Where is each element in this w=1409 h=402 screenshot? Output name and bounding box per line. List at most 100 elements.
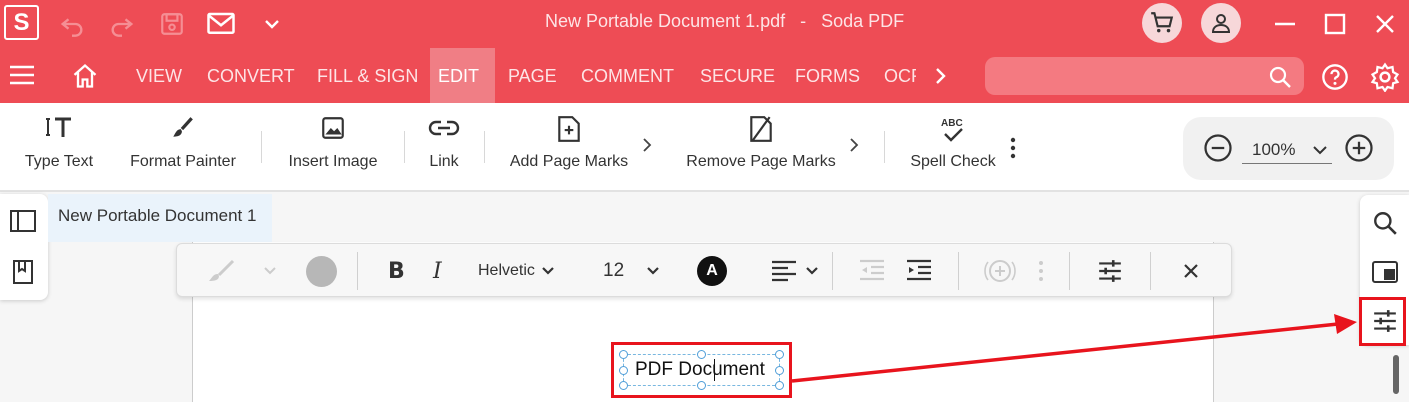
title-bar: S New Portable Document 1.pdf - Soda PDF (0, 0, 1409, 48)
toolbar-divider (261, 131, 262, 163)
svg-text:ABC: ABC (941, 118, 963, 129)
document-tab[interactable]: New Portable Document 1 (48, 194, 272, 242)
mail-icon[interactable] (205, 8, 237, 40)
font-color-button[interactable]: A (697, 244, 727, 298)
highlight-box-properties (1359, 297, 1406, 346)
save-icon[interactable] (156, 8, 188, 40)
search-input[interactable] (985, 57, 1304, 95)
find-icon[interactable] (1372, 210, 1398, 236)
add-page-marks-label: Add Page Marks (509, 153, 629, 170)
ribbon-tabs: VIEW CONVERT FILL & SIGN EDIT PAGE COMME… (0, 48, 1409, 103)
tab-comment[interactable]: COMMENT (581, 48, 674, 103)
font-family-value: Helvetic (478, 262, 535, 279)
tab-ocr[interactable]: OCR (884, 48, 916, 103)
toolbar-divider (884, 131, 885, 163)
tab-secure[interactable]: SECURE (700, 48, 775, 103)
edit-toolbar: Type Text Format Painter Insert Image Li… (0, 103, 1409, 192)
increase-indent-icon[interactable] (906, 244, 932, 298)
text-format-toolbar: B I Helvetic 12 A (176, 243, 1232, 297)
link-button[interactable]: Link (420, 103, 468, 192)
window-panel-icon[interactable] (1372, 261, 1398, 283)
add-page-marks-button[interactable]: Add Page Marks (505, 103, 633, 192)
zoom-out-icon[interactable] (1203, 133, 1233, 163)
more-vertical-icon[interactable] (1005, 136, 1021, 160)
font-color-letter: A (697, 256, 727, 286)
tab-view[interactable]: VIEW (136, 48, 182, 103)
format-divider (357, 252, 358, 290)
chevron-right-icon[interactable] (641, 137, 653, 153)
font-size-select[interactable]: 12 (603, 244, 660, 298)
format-divider (832, 252, 833, 290)
type-text-icon (46, 117, 71, 137)
link-icon (428, 120, 460, 136)
cart-button[interactable] (1142, 3, 1182, 43)
chevron-down-icon (647, 267, 659, 275)
app-logo[interactable]: S (4, 5, 39, 40)
remove-page-marks-label: Remove Page Marks (686, 153, 836, 170)
help-icon[interactable] (1321, 63, 1349, 91)
tab-convert[interactable]: CONVERT (207, 48, 295, 103)
spell-check-icon: ABC (941, 118, 963, 142)
settings-gear-icon[interactable] (1370, 62, 1400, 92)
decrease-indent-icon[interactable] (859, 244, 885, 298)
type-text-label: Type Text (24, 153, 94, 170)
spell-check-button[interactable]: ABC Spell Check (905, 103, 1001, 192)
type-text-button[interactable]: Type Text (20, 103, 98, 192)
tab-edit[interactable]: EDIT (430, 48, 495, 103)
chevron-down-icon[interactable] (256, 8, 288, 40)
format-brush-icon[interactable] (205, 244, 237, 298)
highlight-box-text (611, 342, 792, 398)
bookmark-icon[interactable] (13, 260, 33, 284)
hamburger-menu-icon[interactable] (9, 64, 35, 86)
tab-page[interactable]: PAGE (508, 48, 557, 103)
left-side-panel (0, 194, 48, 300)
insert-image-button[interactable]: Insert Image (282, 103, 384, 192)
italic-icon[interactable]: I (433, 244, 442, 298)
more-options-icon[interactable] (1037, 244, 1045, 298)
tab-fill-sign[interactable]: FILL & SIGN (317, 48, 418, 103)
format-settings-icon[interactable] (1097, 244, 1123, 298)
spell-check-label: Spell Check (910, 153, 996, 170)
bold-icon[interactable]: B (388, 244, 405, 298)
home-icon[interactable] (71, 62, 99, 90)
format-painter-button[interactable]: Format Painter (123, 103, 243, 192)
search-icon (1268, 65, 1292, 89)
file-plus-icon (558, 116, 580, 142)
align-left-icon[interactable] (771, 244, 819, 298)
vertical-scrollbar[interactable] (1393, 355, 1399, 394)
minimize-icon[interactable] (1269, 8, 1301, 40)
chevron-right-icon[interactable] (848, 137, 860, 153)
close-format-bar-icon[interactable] (1182, 244, 1200, 298)
tabs-scroll-right-icon[interactable] (930, 66, 950, 86)
tab-overflow-clip: OCR (880, 48, 916, 103)
font-size-value: 12 (603, 260, 625, 281)
format-divider (1069, 252, 1070, 290)
font-family-select[interactable]: Helvetic (478, 244, 555, 298)
format-divider (958, 252, 959, 290)
chevron-down-icon[interactable] (263, 244, 277, 298)
fill-color-swatch[interactable] (306, 244, 337, 298)
redo-icon[interactable] (106, 8, 138, 40)
user-icon (1211, 14, 1231, 33)
chevron-down-icon (542, 267, 554, 275)
image-icon (322, 117, 344, 139)
panel-toggle-icon[interactable] (10, 210, 36, 232)
zoom-value: 100% (1252, 140, 1296, 159)
account-button[interactable] (1201, 3, 1241, 43)
chevron-down-icon (1313, 146, 1327, 155)
zoom-in-icon[interactable] (1344, 133, 1374, 163)
tab-forms[interactable]: FORMS (795, 48, 860, 103)
toolbar-divider (484, 131, 485, 163)
zoom-select[interactable]: 100% (1242, 136, 1332, 164)
add-circle-icon[interactable] (983, 244, 1017, 298)
format-painter-label: Format Painter (130, 153, 236, 170)
window-title: New Portable Document 1.pdf - Soda PDF (545, 11, 905, 31)
insert-image-label: Insert Image (288, 153, 378, 170)
cart-icon (1151, 12, 1174, 33)
maximize-icon[interactable] (1319, 8, 1351, 40)
undo-icon[interactable] (56, 8, 88, 40)
toolbar-divider (404, 131, 405, 163)
remove-page-marks-button[interactable]: Remove Page Marks (682, 103, 840, 192)
chevron-down-icon (806, 267, 818, 275)
close-icon[interactable] (1369, 8, 1401, 40)
